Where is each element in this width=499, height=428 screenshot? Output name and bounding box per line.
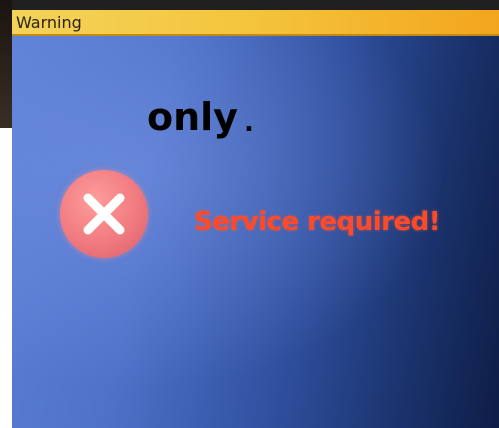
window-titlebar: Warning bbox=[12, 10, 499, 36]
window-title: Warning bbox=[16, 13, 82, 32]
overlay-text: only bbox=[147, 95, 238, 139]
bezel-corner bbox=[0, 0, 12, 128]
error-message: Service required! bbox=[194, 207, 441, 237]
x-mark-icon bbox=[83, 193, 125, 235]
bezel-top bbox=[12, 0, 499, 10]
warning-screen: Warning only . Service required! bbox=[12, 0, 499, 428]
error-x-icon bbox=[60, 170, 148, 258]
overlay-dot: . bbox=[244, 108, 254, 138]
photo: Warning only . Service required! bbox=[0, 0, 499, 428]
